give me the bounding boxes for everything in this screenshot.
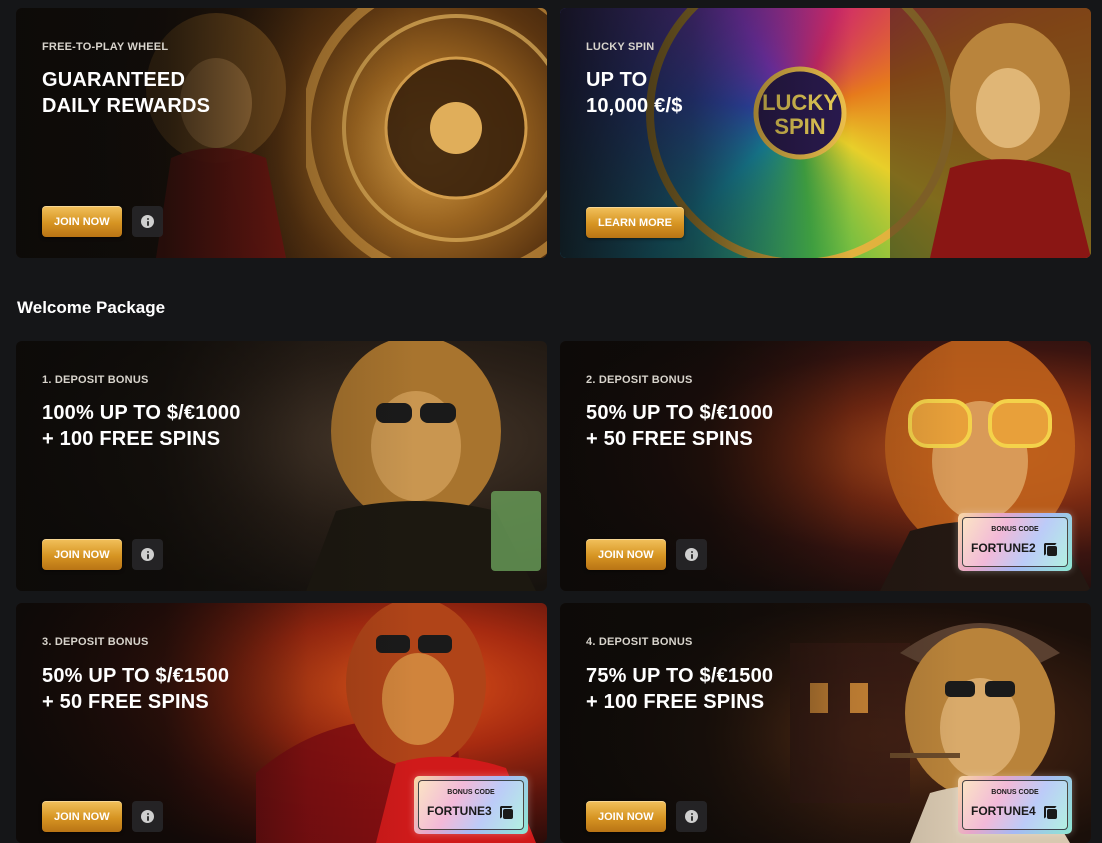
deposit-eyebrow: 3. DEPOSIT BONUS xyxy=(42,636,149,648)
copy-icon[interactable] xyxy=(1044,806,1057,819)
copy-icon[interactable] xyxy=(1044,543,1057,556)
join-now-button[interactable]: JOIN NOW xyxy=(586,539,666,570)
bonus-code-label: BONUS CODE xyxy=(447,789,495,796)
deposit-eyebrow: 1. DEPOSIT BONUS xyxy=(42,374,149,386)
info-icon xyxy=(685,548,698,561)
copy-icon[interactable] xyxy=(500,806,513,819)
deposit-headline: 50% UP TO $/€1500 + 50 FREE SPINS xyxy=(42,665,230,713)
bonus-code-box[interactable]: BONUS CODE FORTUNE3 xyxy=(414,776,528,834)
deposit-headline: 50% UP TO $/€1000 + 50 FREE SPINS xyxy=(586,402,774,450)
info-icon xyxy=(141,215,154,228)
promo-headline: GUARANTEED DAILY REWARDS xyxy=(42,69,211,117)
info-button[interactable] xyxy=(676,539,707,570)
promo-card-free-wheel: FREE-TO-PLAY WHEEL GUARANTEED DAILY REWA… xyxy=(16,8,547,258)
info-icon xyxy=(141,810,154,823)
deposit-card-1: 1. DEPOSIT BONUS 100% UP TO $/€1000 + 10… xyxy=(16,341,547,591)
deposit-card-3: 3. DEPOSIT BONUS 50% UP TO $/€1500 + 50 … xyxy=(16,603,547,843)
bonus-code-value: FORTUNE4 xyxy=(971,804,1036,818)
info-icon xyxy=(141,548,154,561)
learn-more-button[interactable]: LEARN MORE xyxy=(586,207,684,238)
bonus-code-box[interactable]: BONUS CODE FORTUNE2 xyxy=(958,513,1072,571)
promo-eyebrow: FREE-TO-PLAY WHEEL xyxy=(42,41,169,53)
join-now-button[interactable]: JOIN NOW xyxy=(42,539,122,570)
info-button[interactable] xyxy=(132,801,163,832)
deposit-headline: 100% UP TO $/€1000 + 100 FREE SPINS xyxy=(42,402,241,450)
deposit-eyebrow: 2. DEPOSIT BONUS xyxy=(586,374,693,386)
bonus-code-value: FORTUNE2 xyxy=(971,541,1036,555)
deposit-card-2: 2. DEPOSIT BONUS 50% UP TO $/€1000 + 50 … xyxy=(560,341,1091,591)
join-now-button[interactable]: JOIN NOW xyxy=(42,206,122,237)
info-button[interactable] xyxy=(676,801,707,832)
promo-headline: UP TO 10,000 €/$ xyxy=(586,69,683,117)
deposit-headline: 75% UP TO $/€1500 + 100 FREE SPINS xyxy=(586,665,774,713)
join-now-button[interactable]: JOIN NOW xyxy=(42,801,122,832)
bonus-code-label: BONUS CODE xyxy=(991,789,1039,796)
bonus-code-box[interactable]: BONUS CODE FORTUNE4 xyxy=(958,776,1072,834)
welcome-package-title: Welcome Package xyxy=(17,298,166,317)
bonus-code-value: FORTUNE3 xyxy=(427,804,492,818)
info-icon xyxy=(685,810,698,823)
deposit-card-4: 4. DEPOSIT BONUS 75% UP TO $/€1500 + 100… xyxy=(560,603,1091,843)
promo-card-lucky-spin: LUCKY SPIN LUCKY SPIN UP TO 10,000 €/$ L… xyxy=(560,8,1091,258)
bonus-code-label: BONUS CODE xyxy=(991,526,1039,533)
info-button[interactable] xyxy=(132,539,163,570)
promo-eyebrow: LUCKY SPIN xyxy=(586,41,655,53)
join-now-button[interactable]: JOIN NOW xyxy=(586,801,666,832)
deposit-eyebrow: 4. DEPOSIT BONUS xyxy=(586,636,693,648)
info-button[interactable] xyxy=(132,206,163,237)
